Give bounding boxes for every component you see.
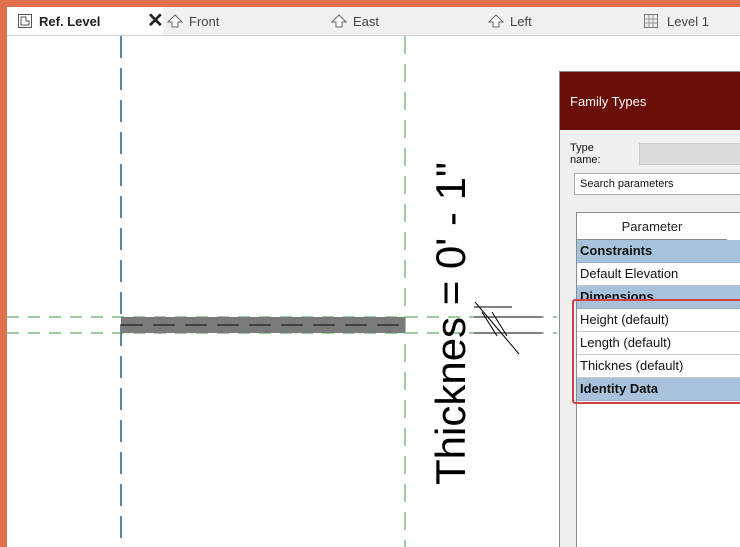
floor-plan-icon <box>17 13 33 29</box>
close-icon[interactable]: ✕ <box>147 9 164 33</box>
floor-plan-grid-icon <box>643 13 659 29</box>
family-types-dialog: Family Types Type name: Search parameter… <box>559 71 740 547</box>
dimensions-highlight-box <box>572 299 740 404</box>
tab-front[interactable]: Front <box>167 7 219 35</box>
dimension-leader-line <box>474 301 520 355</box>
view-tab-bar: Ref. Level ✕ Front East Left Level 1 <box>7 7 740 36</box>
group-row-constraints[interactable]: Constraints <box>577 240 740 263</box>
tab-label: Left <box>510 13 532 29</box>
tab-ref-level[interactable]: Ref. Level <box>7 7 163 35</box>
tab-level-1[interactable]: Level 1 <box>643 7 709 35</box>
parameter-row-default-elevation[interactable]: Default Elevation <box>577 263 740 286</box>
revit-window: Ref. Level ✕ Front East Left Level 1 Thi… <box>7 7 740 547</box>
search-parameters-input[interactable]: Search parameters <box>574 173 740 195</box>
dialog-title: Family Types <box>560 72 740 130</box>
elevation-arrow-icon <box>167 13 183 29</box>
type-name-label: Type name: <box>570 142 601 166</box>
elevation-arrow-icon <box>488 13 504 29</box>
thickness-dimension-label: Thicknes = 0' - 1" <box>427 162 474 485</box>
column-header-parameter[interactable]: Parameter <box>577 213 727 240</box>
tab-label: East <box>353 13 380 29</box>
tab-left[interactable]: Left <box>488 7 532 35</box>
elevation-arrow-icon <box>331 13 347 29</box>
tab-label: Front <box>189 13 220 29</box>
type-name-row: Type name: <box>570 142 740 166</box>
tab-east[interactable]: East <box>331 7 379 35</box>
type-name-dropdown[interactable] <box>639 143 740 165</box>
tab-label: Ref. Level <box>39 13 101 29</box>
tab-label: Level 1 <box>667 13 709 29</box>
